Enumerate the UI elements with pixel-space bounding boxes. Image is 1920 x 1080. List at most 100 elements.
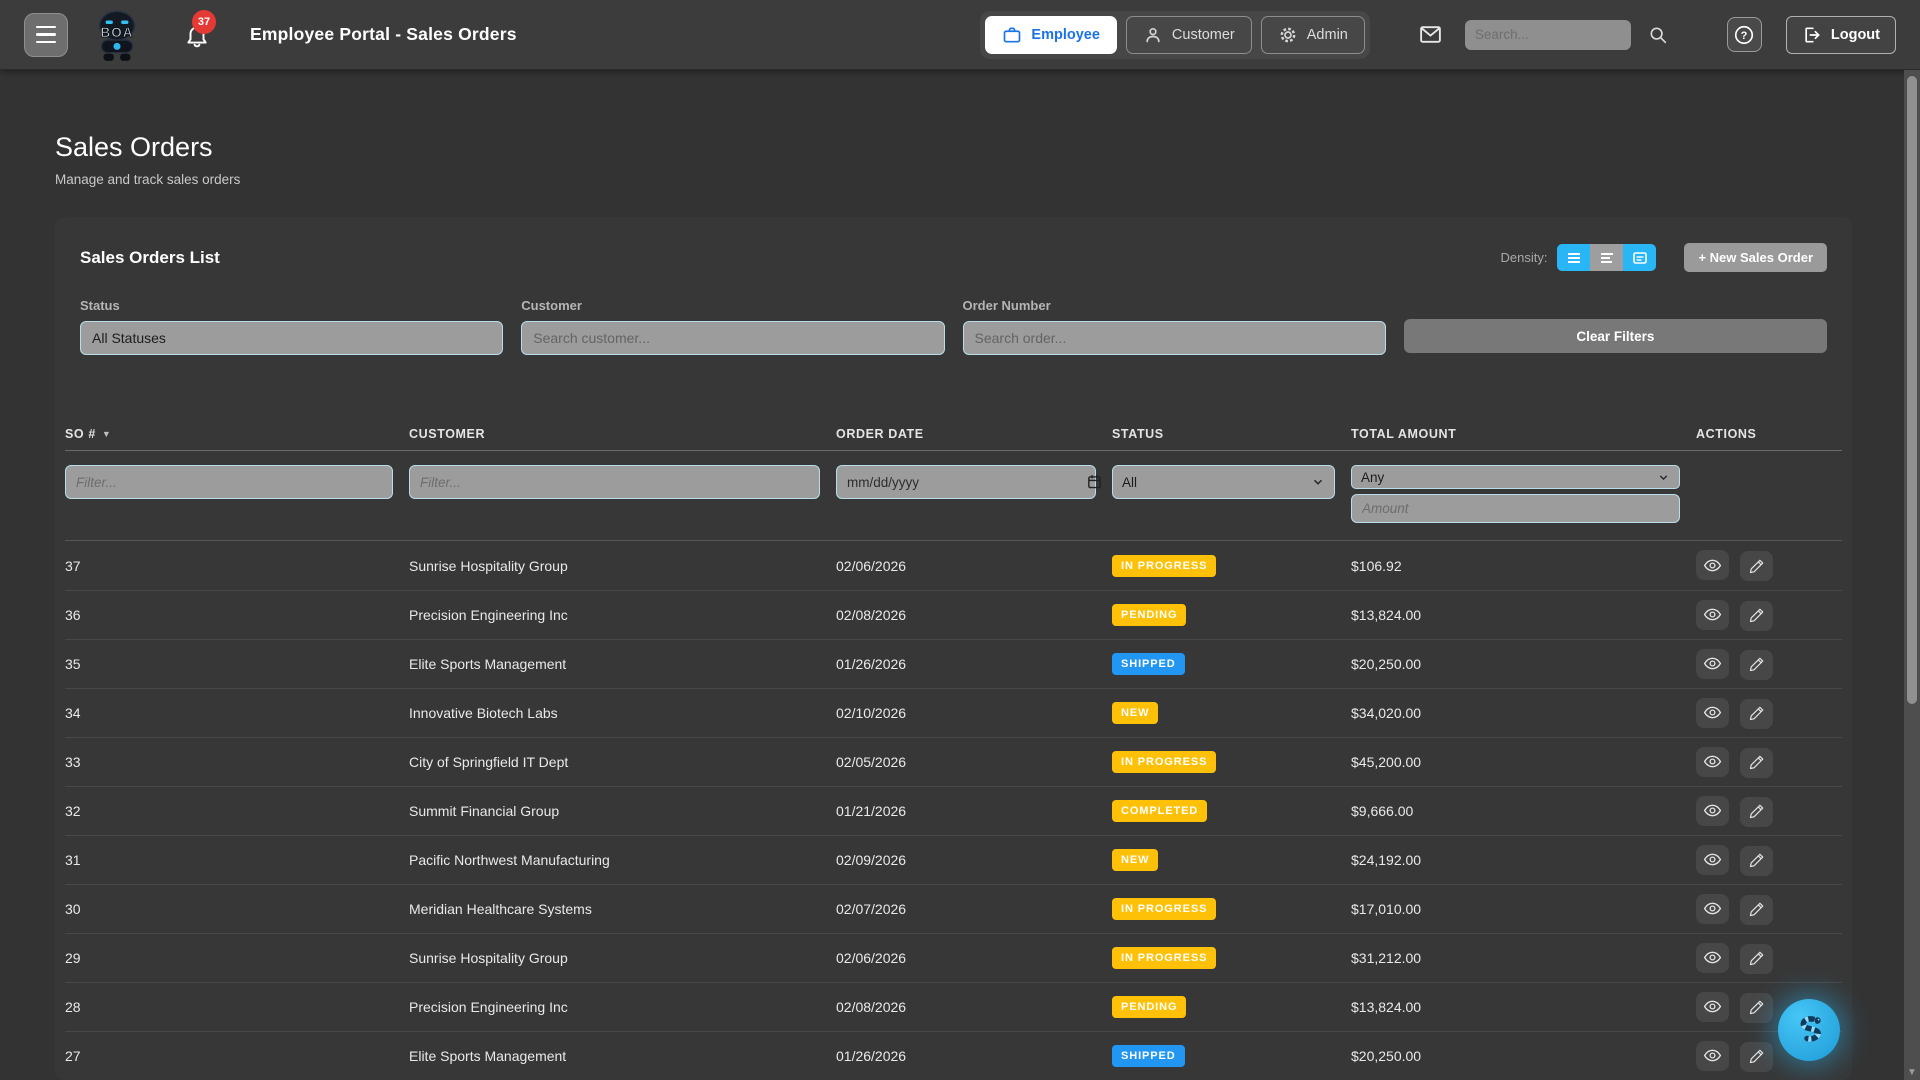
- status-cell: IN PROGRESS: [1112, 898, 1351, 920]
- density-card-button[interactable]: [1623, 244, 1656, 271]
- order-date-cell: 02/08/2026: [836, 607, 1112, 623]
- portal-switcher: Employee Customer Admin: [980, 11, 1369, 59]
- table-row: 28Precision Engineering Inc02/08/2026PEN…: [65, 982, 1842, 1031]
- scrollbar-thumb[interactable]: [1907, 76, 1917, 704]
- tab-label: Customer: [1172, 27, 1235, 43]
- search-icon[interactable]: [1647, 24, 1669, 46]
- scrollbar-down-icon[interactable]: ▼: [1904, 1067, 1920, 1078]
- assistant-fab-button[interactable]: [1778, 999, 1840, 1061]
- logout-button[interactable]: Logout: [1786, 16, 1896, 54]
- person-icon: [1143, 25, 1163, 45]
- column-header-status[interactable]: STATUS: [1112, 427, 1351, 441]
- total-amount-cell: $24,192.00: [1351, 852, 1696, 868]
- notifications-button[interactable]: 37: [184, 22, 210, 48]
- eye-icon: [1703, 997, 1722, 1016]
- column-header-total-amount[interactable]: TOTAL AMOUNT: [1351, 427, 1696, 441]
- tab-label: Admin: [1307, 27, 1348, 43]
- menu-button[interactable]: [24, 13, 68, 57]
- global-search-input[interactable]: [1465, 20, 1631, 50]
- pencil-icon: [1748, 999, 1765, 1016]
- mail-icon[interactable]: [1418, 22, 1443, 47]
- edit-order-button[interactable]: [1740, 748, 1773, 778]
- order-date-cell: 02/06/2026: [836, 558, 1112, 574]
- total-amount-cell: $34,020.00: [1351, 705, 1696, 721]
- status-badge: IN PROGRESS: [1112, 555, 1216, 577]
- edit-order-button[interactable]: [1740, 846, 1773, 876]
- order-number-filter-input[interactable]: [963, 321, 1386, 355]
- so-number-cell: 37: [65, 558, 409, 574]
- status-badge: NEW: [1112, 849, 1158, 871]
- amount-operator-value: Any: [1361, 470, 1384, 485]
- gear-icon: [1278, 25, 1298, 45]
- status-cell: NEW: [1112, 702, 1351, 724]
- view-order-button[interactable]: [1696, 1041, 1729, 1071]
- eye-icon: [1703, 850, 1722, 869]
- eye-icon: [1703, 605, 1722, 624]
- edit-order-button[interactable]: [1740, 993, 1773, 1023]
- view-order-button[interactable]: [1696, 796, 1729, 826]
- actions-cell: [1696, 550, 1842, 581]
- order-date-cell: 02/06/2026: [836, 950, 1112, 966]
- status-column-filter-value: All: [1122, 475, 1137, 490]
- edit-order-button[interactable]: [1740, 699, 1773, 729]
- edit-order-button[interactable]: [1740, 797, 1773, 827]
- status-filter-select[interactable]: All Statuses: [80, 321, 503, 355]
- table-row: 36Precision Engineering Inc02/08/2026PEN…: [65, 590, 1842, 639]
- status-filter-value: All Statuses: [92, 330, 166, 346]
- amount-operator-select[interactable]: Any: [1351, 465, 1680, 489]
- amount-column-filter-input[interactable]: [1351, 494, 1680, 523]
- density-compact-button[interactable]: [1557, 244, 1590, 271]
- total-amount-cell: $9,666.00: [1351, 803, 1696, 819]
- view-order-button[interactable]: [1696, 747, 1729, 777]
- sales-orders-table: SO # ▼ CUSTOMER ORDER DATE STATUS TOTAL …: [65, 417, 1842, 1080]
- view-order-button[interactable]: [1696, 600, 1729, 630]
- order-date-cell: 02/09/2026: [836, 852, 1112, 868]
- customer-filter-input[interactable]: [521, 321, 944, 355]
- table-row: 29Sunrise Hospitality Group02/06/2026IN …: [65, 933, 1842, 982]
- order-date-cell: 02/07/2026: [836, 901, 1112, 917]
- table-row: 35Elite Sports Management01/26/2026SHIPP…: [65, 639, 1842, 688]
- help-button[interactable]: ?: [1727, 17, 1762, 52]
- edit-order-button[interactable]: [1740, 895, 1773, 925]
- edit-order-button[interactable]: [1740, 650, 1773, 680]
- customer-cell: Sunrise Hospitality Group: [409, 950, 836, 966]
- status-column-filter-select[interactable]: All: [1112, 465, 1335, 499]
- so-column-filter-input[interactable]: [65, 465, 393, 499]
- view-order-button[interactable]: [1696, 894, 1729, 924]
- pencil-icon: [1748, 852, 1765, 869]
- column-header-so[interactable]: SO # ▼: [65, 427, 409, 441]
- column-header-customer[interactable]: CUSTOMER: [409, 427, 836, 441]
- eye-icon: [1703, 1046, 1722, 1065]
- tab-customer[interactable]: Customer: [1126, 16, 1252, 54]
- customer-cell: Summit Financial Group: [409, 803, 836, 819]
- view-order-button[interactable]: [1696, 698, 1729, 728]
- view-order-button[interactable]: [1696, 649, 1729, 679]
- tab-employee[interactable]: Employee: [985, 16, 1117, 54]
- status-cell: PENDING: [1112, 996, 1351, 1018]
- customer-cell: Elite Sports Management: [409, 656, 836, 672]
- order-date-filter-input[interactable]: [836, 465, 1096, 499]
- edit-order-button[interactable]: [1740, 944, 1773, 974]
- tab-admin[interactable]: Admin: [1261, 16, 1365, 54]
- column-header-order-date[interactable]: ORDER DATE: [836, 427, 1112, 441]
- view-order-button[interactable]: [1696, 943, 1729, 973]
- edit-order-button[interactable]: [1740, 1042, 1773, 1072]
- vertical-scrollbar[interactable]: ▼: [1904, 70, 1920, 1080]
- so-number-cell: 27: [65, 1048, 409, 1064]
- customer-filter-label: Customer: [521, 298, 944, 313]
- customer-column-filter-input[interactable]: [409, 465, 820, 499]
- total-amount-cell: $31,212.00: [1351, 950, 1696, 966]
- clear-filters-button[interactable]: Clear Filters: [1404, 319, 1827, 353]
- view-order-button[interactable]: [1696, 550, 1729, 580]
- new-sales-order-button[interactable]: + New Sales Order: [1684, 243, 1827, 272]
- so-number-cell: 36: [65, 607, 409, 623]
- view-order-button[interactable]: [1696, 845, 1729, 875]
- status-cell: IN PROGRESS: [1112, 751, 1351, 773]
- view-order-button[interactable]: [1696, 992, 1729, 1022]
- density-normal-button[interactable]: [1590, 244, 1623, 271]
- edit-order-button[interactable]: [1740, 551, 1773, 581]
- actions-cell: [1696, 943, 1842, 974]
- card-title: Sales Orders List: [80, 248, 220, 268]
- edit-order-button[interactable]: [1740, 601, 1773, 631]
- snake-logo-icon: [1789, 1010, 1829, 1050]
